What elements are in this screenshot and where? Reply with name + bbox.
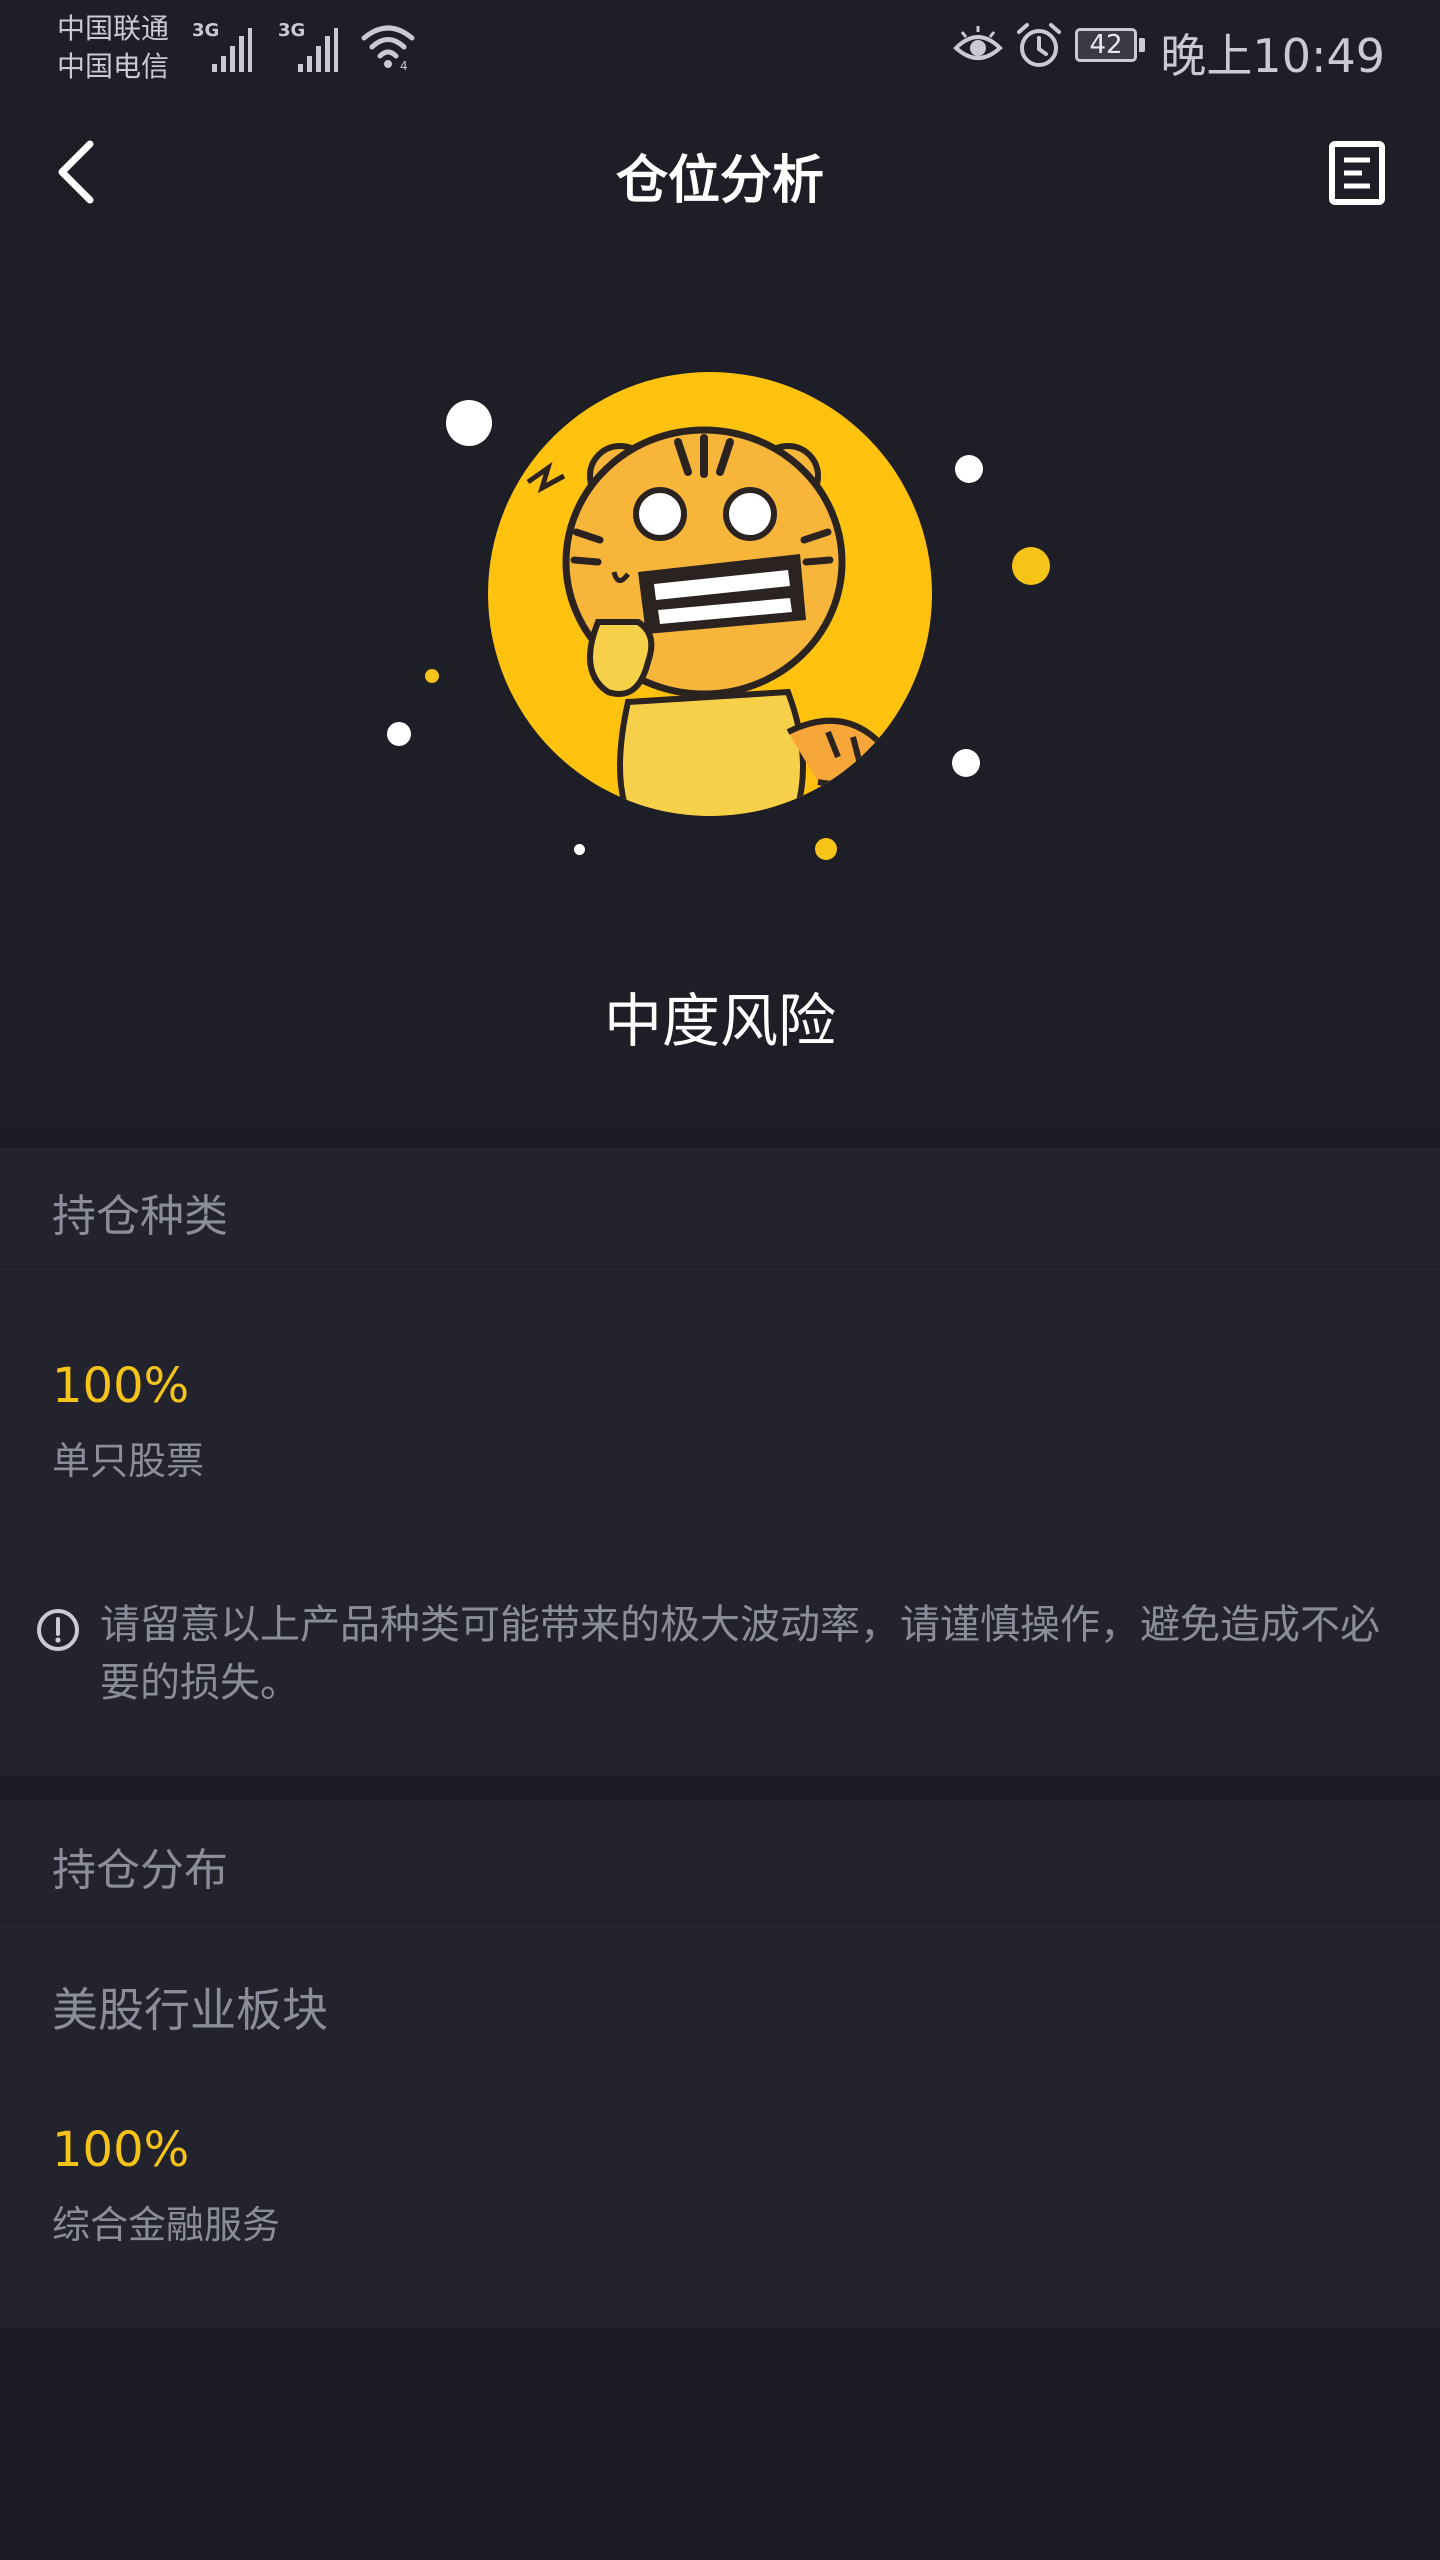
alarm-icon bbox=[1017, 23, 1061, 67]
holding-type-label: 单只股票 bbox=[52, 1439, 205, 1483]
wifi-icon: 4 bbox=[361, 25, 415, 72]
nav-bar: 仓位分析 bbox=[0, 96, 1440, 246]
carrier-1: 中国联通 bbox=[57, 12, 170, 45]
document-icon bbox=[1329, 141, 1385, 205]
decor-dot bbox=[425, 669, 439, 683]
carrier-2: 中国电信 bbox=[57, 50, 170, 83]
report-button[interactable] bbox=[1320, 136, 1394, 210]
decor-dot bbox=[955, 455, 983, 483]
sector-percent: 100% bbox=[52, 2122, 190, 2178]
decor-dot bbox=[387, 722, 411, 746]
warning-icon bbox=[37, 1609, 79, 1651]
holding-distribution-body: 美股行业板块 100% 综合金融服务 bbox=[0, 1922, 1440, 2328]
eye-icon bbox=[953, 26, 1003, 60]
holding-distribution-header: 持仓分布 bbox=[0, 1800, 1440, 1922]
svg-text:4: 4 bbox=[400, 59, 408, 72]
signal-strength-icon bbox=[298, 28, 338, 72]
sector-label: 综合金融服务 bbox=[52, 2203, 281, 2247]
page-title: 仓位分析 bbox=[615, 151, 824, 211]
risk-warning-text: 请留意以上产品种类可能带来的极大波动率，请谨慎操作，避免造成不必要的损失。 bbox=[100, 1602, 1380, 1706]
risk-hero: 中度风险 bbox=[0, 246, 1440, 1126]
decor-dot bbox=[574, 844, 585, 855]
holding-types-header: 持仓种类 bbox=[0, 1148, 1440, 1268]
holding-type-percent: 100% bbox=[52, 1358, 190, 1414]
battery-level: 42 bbox=[1089, 30, 1123, 60]
sector-title: 美股行业板块 bbox=[52, 1983, 328, 2037]
holding-types-title: 持仓种类 bbox=[52, 1191, 228, 1242]
battery-indicator: 42 bbox=[1075, 28, 1147, 64]
holding-distribution-title: 持仓分布 bbox=[52, 1845, 228, 1896]
tiger-mascot-image bbox=[488, 372, 932, 816]
status-time: 晚上10:49 bbox=[1160, 29, 1385, 83]
holding-types-body: 100% 单只股票 请留意以上产品种类可能带来的极大波动率，请谨慎操作，避免造成… bbox=[0, 1268, 1440, 1776]
status-bar: 中国联通 中国电信 3G 3G 4 42 晚上10:49 bbox=[0, 0, 1440, 96]
signal-strength-icon bbox=[212, 28, 252, 72]
decor-dot bbox=[1012, 547, 1050, 585]
risk-level-label: 中度风险 bbox=[603, 987, 836, 1055]
signal-1: 3G bbox=[192, 20, 252, 72]
decor-dot bbox=[815, 838, 837, 860]
carrier-labels: 中国联通 中国电信 bbox=[57, 10, 169, 86]
signal-2: 3G bbox=[278, 20, 338, 72]
decor-dot bbox=[952, 749, 980, 777]
decor-dot bbox=[446, 400, 492, 446]
